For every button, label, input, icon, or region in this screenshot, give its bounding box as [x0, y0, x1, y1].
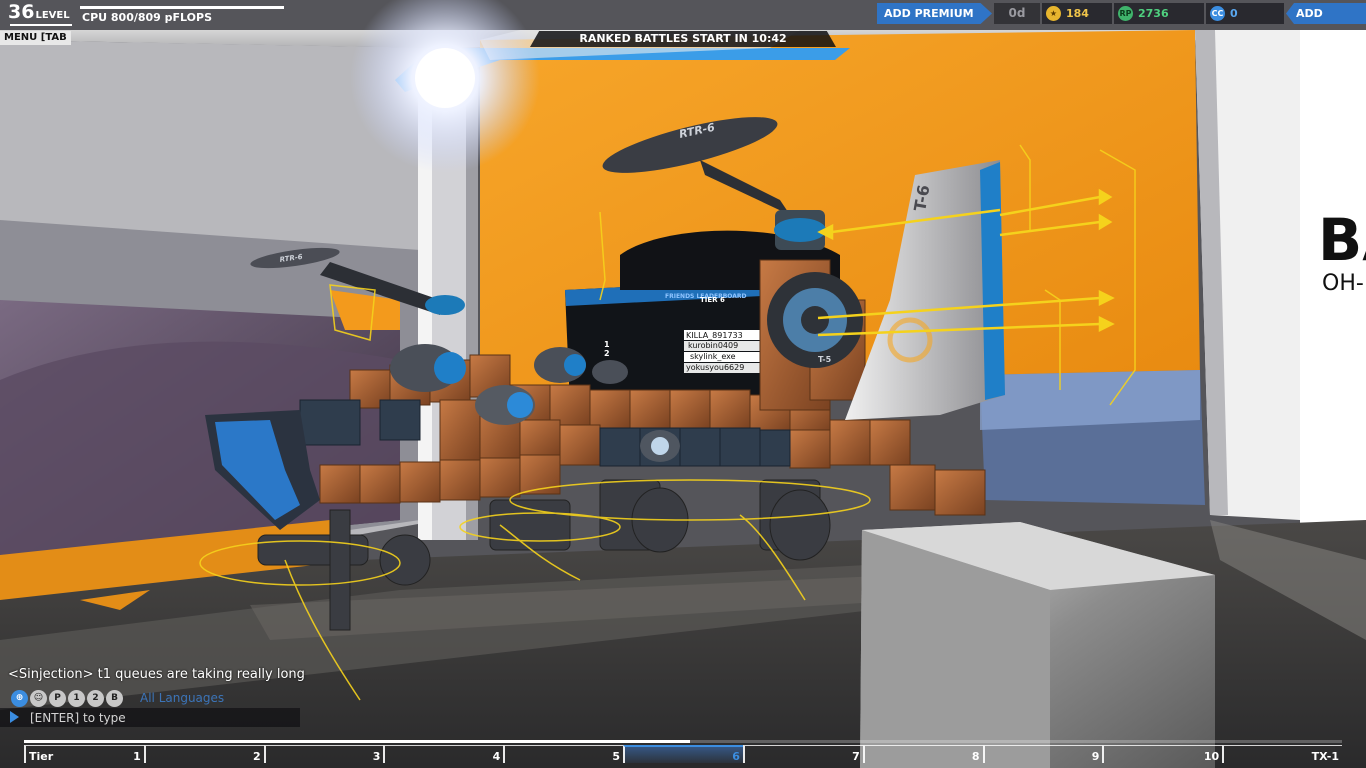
- tier-label: TX-1: [1311, 750, 1339, 763]
- level-number: 36: [8, 1, 35, 23]
- player-level: 36 LEVEL: [8, 3, 70, 22]
- cpu-readout: CPU 800/809 pFLOPS: [82, 11, 213, 24]
- leaderboard-tier: TIER 6: [700, 296, 725, 304]
- leaderboard-entry-name: yokusyou6629: [686, 363, 744, 372]
- friend-2-icon[interactable]: 2: [87, 690, 104, 707]
- robits-coin-icon: RP: [1118, 6, 1133, 21]
- tier-segment-10[interactable]: 10: [1102, 745, 1223, 763]
- tier-segment-tx-1[interactable]: TX-1: [1222, 745, 1342, 763]
- tier-label: 8: [971, 750, 980, 763]
- tier-segment-6[interactable]: 6: [623, 745, 743, 763]
- tier-label: 6: [732, 750, 740, 763]
- wall-sign-sub: OH-1: [1322, 271, 1366, 296]
- add-premium-label: ADD PREMIUM: [884, 7, 974, 20]
- level-label: LEVEL: [35, 10, 70, 21]
- tier-segment-2[interactable]: 2: [143, 745, 264, 763]
- wall-sign: BA: [1318, 206, 1366, 274]
- tail-label-small: T-5: [818, 355, 832, 364]
- leaderboard-entry-name: kurobin0409: [688, 341, 738, 350]
- leaderboard-entry-rank: 2: [604, 349, 610, 358]
- top-hud: 36 LEVEL CPU 800/809 pFLOPS ADD PREMIUM …: [0, 0, 1366, 30]
- chat-message: <Sinjection> t1 queues are taking really…: [8, 667, 305, 682]
- friend-1-icon[interactable]: 1: [68, 690, 85, 707]
- tier-bar-title: Tier: [29, 750, 54, 763]
- cosmetic-credits-balance[interactable]: CC 0: [1206, 3, 1284, 24]
- premium-days-value: 0d: [1008, 6, 1026, 20]
- robits-balance[interactable]: RP 2736: [1114, 3, 1204, 24]
- tier-progress-fill: [24, 740, 690, 743]
- leaderboard-entry-name: KILLA_891733: [686, 331, 743, 340]
- premium-days: 0d: [994, 3, 1040, 24]
- party-icon[interactable]: P: [49, 690, 66, 707]
- menu-tab-button[interactable]: MENU [TAB: [0, 31, 71, 45]
- cosmetic-credits-coin-icon: CC: [1210, 6, 1225, 21]
- rank-points-value: 184: [1066, 7, 1089, 20]
- ranked-battles-banner: RANKED BATTLES START IN 10:42: [530, 31, 836, 47]
- tier-label: 7: [852, 750, 860, 763]
- tier-label: 2: [252, 750, 261, 763]
- person-icon[interactable]: ☺: [30, 690, 47, 707]
- cpu-bar: [80, 6, 284, 9]
- tier-segment-3[interactable]: 3: [263, 745, 384, 763]
- tier-segment-8[interactable]: 8: [862, 745, 983, 763]
- tier-segment-9[interactable]: 9: [982, 745, 1103, 763]
- tier-bar: Tier 1 2 3 4 5 6 7 8 9 10 TX-1: [24, 740, 1342, 764]
- star-icon: ★: [1046, 6, 1061, 21]
- robits-value: 2736: [1138, 7, 1169, 20]
- leaderboard-entry-rank: 1: [604, 340, 610, 349]
- chat-input-bar: [0, 708, 304, 727]
- cosmetic-credits-value: 0: [1230, 7, 1238, 20]
- tier-label: 4: [492, 750, 501, 763]
- tier-label: 1: [133, 750, 141, 763]
- globe-icon[interactable]: ⊕: [11, 690, 28, 707]
- add-premium-button[interactable]: ADD PREMIUM: [877, 3, 992, 24]
- rank-points[interactable]: ★ 184: [1042, 3, 1112, 24]
- tier-label: 9: [1091, 750, 1100, 763]
- add-funds-button[interactable]: ADD FUNDS: [1286, 3, 1366, 24]
- leaderboard-entry-name: skylink_exe: [690, 352, 736, 361]
- tier-label: 3: [372, 750, 381, 763]
- tier-segment-7[interactable]: 7: [742, 745, 863, 763]
- tier-segment-4[interactable]: 4: [383, 745, 504, 763]
- garage-scene: RTR-6 RTR-6 T-6 T-5 BA OH-1 FRIENDS LEAD…: [0, 0, 1366, 768]
- tier-segment-1[interactable]: Tier 1: [24, 745, 144, 763]
- tier-label: 10: [1203, 750, 1220, 763]
- chat-input[interactable]: [26, 708, 304, 727]
- language-filter[interactable]: All Languages: [140, 691, 224, 705]
- tier-progress-track: [689, 740, 1342, 743]
- ranked-battles-countdown: RANKED BATTLES START IN 10:42: [579, 32, 787, 45]
- level-progress-bar: [10, 24, 72, 26]
- chat-caret-icon: [10, 711, 19, 723]
- clan-icon[interactable]: B: [106, 690, 123, 707]
- chat-channel-filters: ⊕ ☺ P 1 2 B: [11, 690, 123, 707]
- tier-label: 5: [612, 750, 621, 763]
- tier-segment-5[interactable]: 5: [503, 745, 624, 763]
